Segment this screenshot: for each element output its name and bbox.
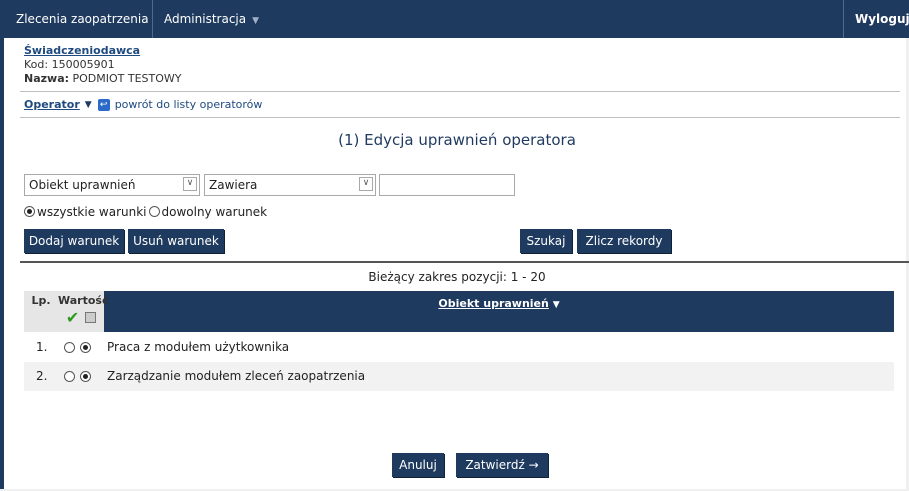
app-frame: Zlecenia zaopatrzenia Administracja ▼ Wyl… [0, 0, 909, 489]
radio-any-label: dowolny warunek [161, 205, 268, 219]
table-header: Lp. Wartość ✔ Obiekt uprawnień ▼ [24, 291, 894, 332]
caret-down-icon[interactable]: ▼ [85, 100, 92, 110]
range-info: Bieżący zakres pozycji: 1 - 20 [368, 270, 546, 284]
chevron-down-icon: ∨ [183, 177, 197, 191]
count-records-button[interactable]: Zlicz rekordy [577, 229, 671, 253]
col-value-header: Wartość ✔ [58, 291, 109, 332]
radio-any-condition[interactable] [148, 206, 160, 217]
back-to-operators-link[interactable]: powrót do listy operatorów [115, 98, 263, 111]
filter-field-value: Obiekt uprawnień [29, 178, 136, 192]
menu-zlecenia[interactable]: Zlecenia zaopatrzenia [16, 0, 149, 38]
row-lp: 2. [36, 369, 48, 383]
table-row: 2. Zarządzanie modułem zleceń zaopatrzen… [24, 362, 894, 391]
row-radio-off[interactable] [64, 371, 75, 382]
row-lp: 1. [36, 340, 48, 354]
kod-value: 150005901 [51, 58, 115, 71]
row-radio-on[interactable] [80, 371, 91, 382]
col-value-label: Wartość [58, 294, 109, 307]
filter-field-select[interactable]: Obiekt uprawnień ∨ [24, 174, 200, 196]
row-radio-on[interactable] [80, 342, 91, 353]
provider-heading[interactable]: Świadczeniodawca [24, 44, 140, 57]
menu-administracja[interactable]: Administracja ▼ [164, 0, 259, 38]
col-object-header[interactable]: Obiekt uprawnień ▼ [104, 297, 894, 310]
section-divider [20, 261, 909, 263]
kod-label: Kod: [24, 58, 49, 71]
filter-operator-select[interactable]: Zawiera ∨ [204, 174, 376, 196]
value-toggles: ✔ [58, 308, 104, 327]
nazwa-label: Nazwa: [24, 72, 70, 85]
menu-separator [152, 0, 153, 38]
cancel-button[interactable]: Anuluj [392, 453, 444, 477]
search-button[interactable]: Szukaj [520, 229, 572, 253]
divider [20, 91, 900, 92]
uncheck-all-icon[interactable] [85, 312, 97, 323]
chevron-down-icon: ▼ [252, 16, 260, 26]
provider-name: Nazwa: PODMIOT TESTOWY [24, 72, 182, 85]
nazwa-value: PODMIOT TESTOWY [72, 72, 182, 85]
row-radio-off[interactable] [64, 342, 75, 353]
provider-code: Kod: 150005901 [24, 58, 115, 71]
table-row: 1. Praca z modułem użytkownika [24, 333, 894, 362]
operator-link[interactable]: Operator [24, 98, 80, 111]
sort-object-link[interactable]: Obiekt uprawnień [438, 297, 548, 310]
top-navbar: Zlecenia zaopatrzenia Administracja ▼ Wyl… [4, 0, 909, 38]
sort-desc-icon: ▼ [552, 300, 560, 310]
radio-all-conditions[interactable] [24, 206, 35, 217]
page-title: (1) Edycja uprawnień operatora [338, 131, 576, 149]
logout-link[interactable]: Wyloguj [855, 0, 909, 38]
remove-condition-button[interactable]: Usuń warunek [128, 229, 224, 253]
divider [20, 117, 900, 118]
operator-breadcrumb: Operator ▼ ↩ powrót do listy operatorów [24, 98, 262, 111]
back-icon[interactable]: ↩ [97, 98, 110, 111]
add-condition-button[interactable]: Dodaj warunek [24, 229, 124, 253]
menu-separator [843, 0, 844, 38]
confirm-button[interactable]: Zatwierdź → [456, 453, 548, 477]
provider-link[interactable]: Świadczeniodawca [24, 44, 140, 57]
row-label: Zarządzanie modułem zleceń zaopatrzenia [107, 369, 366, 383]
menu-administracja-label: Administracja [164, 12, 247, 26]
col-lp-header: Lp. [24, 291, 58, 332]
condition-mode: wszystkie warunki dowolny warunek [24, 205, 267, 219]
radio-all-label: wszystkie warunki [37, 205, 147, 219]
chevron-down-icon: ∨ [359, 177, 373, 191]
filter-value-input[interactable] [379, 174, 515, 196]
filter-operator-value: Zawiera [209, 178, 258, 192]
row-label: Praca z modułem użytkownika [107, 340, 290, 354]
check-all-icon[interactable]: ✔ [66, 308, 79, 327]
